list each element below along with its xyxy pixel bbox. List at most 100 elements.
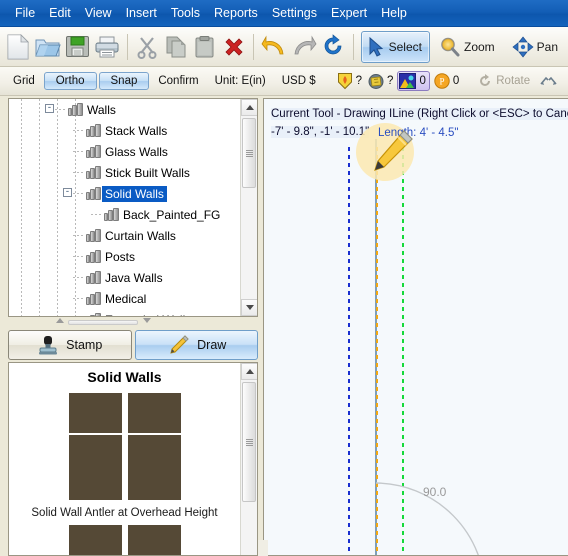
tree-node[interactable]: Expanded Walls <box>9 309 240 316</box>
wall-swatch[interactable] <box>127 435 181 500</box>
paste-button[interactable] <box>191 30 218 64</box>
wall-swatch[interactable] <box>68 435 122 500</box>
swatch-column[interactable] <box>127 393 181 500</box>
menu-item-view[interactable]: View <box>78 4 119 22</box>
tree-node[interactable]: Java Walls <box>9 267 240 288</box>
confirm-button[interactable]: Confirm <box>151 75 205 87</box>
grid-toggle[interactable]: Grid <box>6 75 42 87</box>
swatch-column[interactable] <box>127 525 181 555</box>
cut-scissors-icon <box>137 36 157 59</box>
flip-vertical-button[interactable]: Flip <box>563 74 568 88</box>
copy-button[interactable] <box>162 30 189 64</box>
swatch-group[interactable] <box>9 525 240 555</box>
menu-item-expert[interactable]: Expert <box>324 4 374 22</box>
snap-toggle[interactable]: Snap <box>98 72 150 90</box>
tree-node[interactable]: Medical <box>9 288 240 309</box>
draw-mode-button[interactable]: Draw <box>134 330 258 360</box>
tree-node[interactable]: Stack Walls <box>9 120 240 141</box>
tree-expander-icon[interactable]: - <box>63 188 72 197</box>
menu-item-help[interactable]: Help <box>374 4 414 22</box>
menu-item-insert[interactable]: Insert <box>119 4 164 22</box>
undo-arrow-icon <box>261 34 284 54</box>
zoom-tool-button[interactable]: Zoom <box>434 31 503 63</box>
menu-item-reports[interactable]: Reports <box>207 4 265 22</box>
swatch-column[interactable] <box>68 393 122 500</box>
application-window: File Edit View Insert Tools Reports Sett… <box>0 0 568 556</box>
tree-horizontal-scrollbar[interactable] <box>8 317 258 328</box>
draw-mode-label: Draw <box>197 338 227 352</box>
pan-tool-button[interactable]: Pan <box>507 31 566 63</box>
fire-rating-indicator[interactable]: ? <box>335 71 364 91</box>
tree-node[interactable]: Glass Walls <box>9 141 240 162</box>
swatch-scroll-thumb[interactable] <box>242 382 256 502</box>
unit-indicator[interactable]: Unit: E(in) <box>208 75 273 87</box>
tree-node-label: Stack Walls <box>105 123 168 138</box>
save-button[interactable] <box>64 30 91 64</box>
refresh-button[interactable] <box>320 30 347 64</box>
wall-swatch[interactable] <box>68 525 122 555</box>
scroll-thumb-grip <box>245 438 253 446</box>
tree-node-label: Expanded Walls <box>102 312 194 317</box>
swatch-column[interactable] <box>68 525 122 555</box>
stamp-mode-button[interactable]: Stamp <box>8 330 132 360</box>
select-tool-label: Select <box>388 39 422 54</box>
tree-connector <box>73 151 85 152</box>
tree-node[interactable]: - Solid Walls <box>9 183 240 204</box>
image-indicator[interactable]: 0 <box>397 71 430 91</box>
wall-folder-icon <box>86 123 102 138</box>
wall-folder-icon <box>86 249 102 264</box>
swatch-group[interactable] <box>9 393 240 500</box>
tree-node[interactable]: - Walls <box>9 99 240 120</box>
tree-hscroll-thumb[interactable] <box>68 320 138 325</box>
cut-button[interactable] <box>134 30 161 64</box>
tree-node[interactable]: Posts <box>9 246 240 267</box>
swatch-panel-title: Solid Walls <box>87 369 162 385</box>
part-indicator[interactable]: P 0 <box>432 72 461 90</box>
print-button[interactable] <box>93 30 121 64</box>
new-document-button[interactable] <box>5 30 32 64</box>
undo-button[interactable] <box>260 30 288 64</box>
flip-horizontal-button[interactable] <box>536 74 561 88</box>
tree-connector <box>73 298 85 299</box>
open-folder-button[interactable] <box>34 30 62 64</box>
redo-button[interactable] <box>290 30 318 64</box>
tree-vertical-scrollbar[interactable] <box>240 99 257 316</box>
currency-indicator[interactable]: USD $ <box>275 75 323 87</box>
price-indicator[interactable]: ? <box>366 72 395 91</box>
image-icon <box>399 73 417 89</box>
new-document-icon <box>7 33 30 59</box>
tree-expander-icon[interactable]: - <box>45 104 54 113</box>
tree-node-label: Solid Walls <box>102 185 167 202</box>
tree-node[interactable]: Back_Painted_FG <box>9 204 240 225</box>
ortho-toggle[interactable]: Ortho <box>43 72 97 90</box>
toolbar-separator-1 <box>126 33 128 60</box>
menu-item-edit[interactable]: Edit <box>42 4 78 22</box>
tree-hscroll-right-button[interactable] <box>143 318 151 323</box>
wall-swatch[interactable] <box>127 525 181 555</box>
paste-clipboard-icon <box>195 35 214 57</box>
swatch-scroll-up-button[interactable] <box>241 363 257 380</box>
delete-x-icon <box>224 37 243 56</box>
tree-node-label: Stick Built Walls <box>105 165 190 180</box>
delete-button[interactable] <box>220 30 247 64</box>
tree-connector <box>91 214 103 215</box>
canvas-corner-resizer[interactable] <box>258 540 268 556</box>
angle-value-label: 90.0 <box>423 485 447 499</box>
wall-swatch[interactable] <box>68 393 122 433</box>
menu-item-tools[interactable]: Tools <box>164 4 207 22</box>
menu-item-settings[interactable]: Settings <box>265 4 324 22</box>
svg-text:P: P <box>439 77 444 87</box>
menu-item-file[interactable]: File <box>8 4 42 22</box>
tree-hscroll-left-button[interactable] <box>56 318 64 323</box>
swatch-vertical-scrollbar[interactable] <box>240 363 257 555</box>
wall-swatch[interactable] <box>127 393 181 433</box>
tree-node[interactable]: Stick Built Walls <box>9 162 240 183</box>
drawing-canvas[interactable]: Current Tool - Drawing ILine (Right Clic… <box>263 98 568 556</box>
tree-connector <box>73 193 85 194</box>
tree-node[interactable]: Curtain Walls <box>9 225 240 246</box>
tree-scroll-up-button[interactable] <box>241 99 257 116</box>
tree-scroll-down-button[interactable] <box>241 299 257 316</box>
rotate-button[interactable]: Rotate <box>473 73 534 89</box>
tree-scroll-thumb[interactable] <box>242 118 256 188</box>
select-tool-button[interactable]: Select <box>360 30 430 63</box>
